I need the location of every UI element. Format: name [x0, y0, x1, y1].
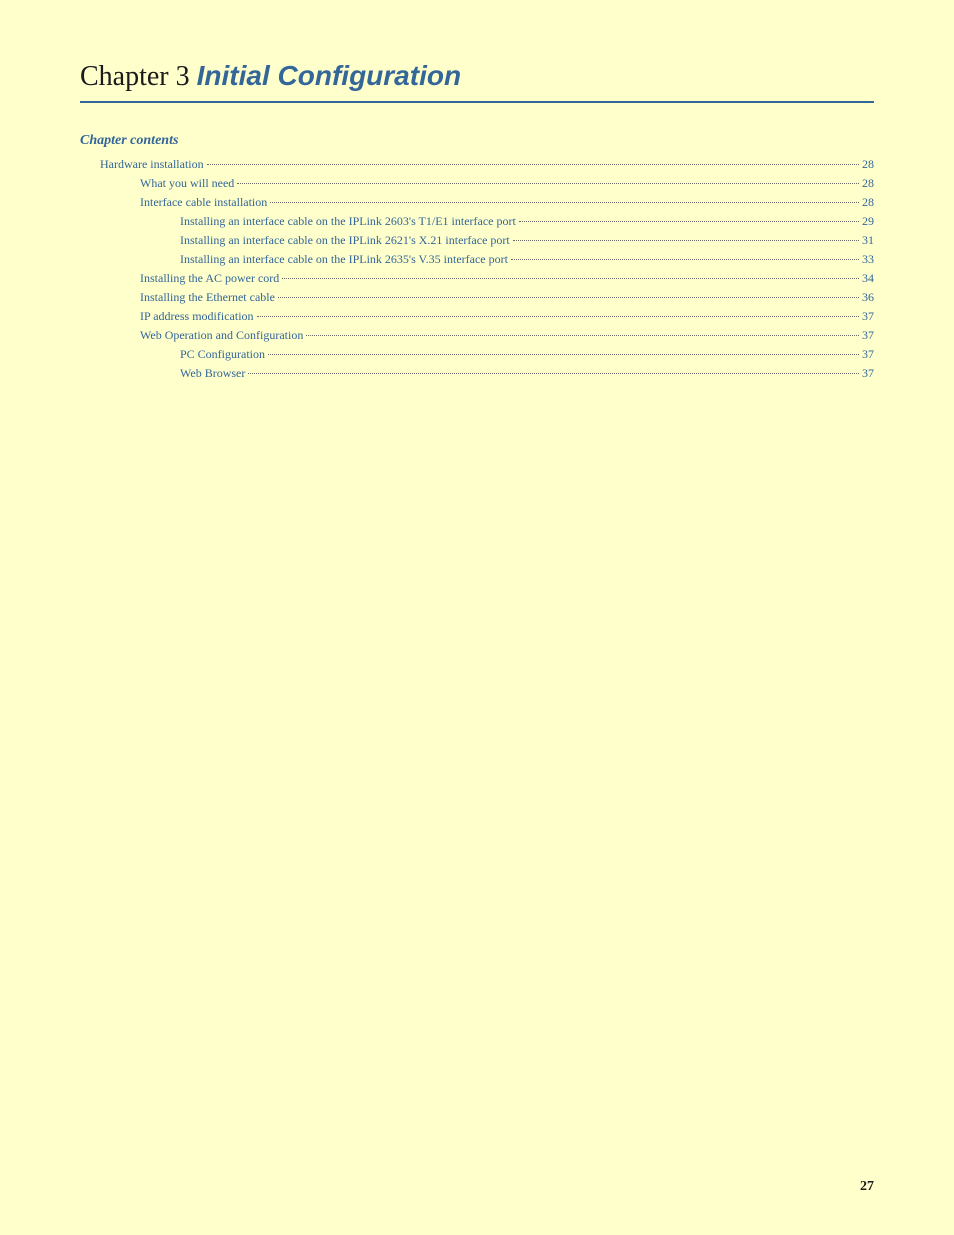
- toc-label: Installing an interface cable on the IPL…: [180, 214, 516, 229]
- page-number: 27: [860, 1179, 874, 1195]
- toc-label: Web Browser: [180, 366, 245, 381]
- toc-dots: [513, 240, 859, 241]
- toc-label: Installing the AC power cord: [140, 271, 279, 286]
- toc-page: 37: [862, 366, 874, 381]
- toc-dots: [207, 164, 859, 165]
- toc-dots: [237, 183, 859, 184]
- toc-label: Hardware installation: [100, 157, 204, 172]
- toc-page: 28: [862, 176, 874, 191]
- toc-label: IP address modification: [140, 309, 254, 324]
- toc-item-web-operation[interactable]: Web Operation and Configuration 37: [80, 328, 874, 343]
- toc-item-ip-address-modification[interactable]: IP address modification 37: [80, 309, 874, 324]
- toc-page: 31: [862, 233, 874, 248]
- toc-entries: Hardware installation28What you will nee…: [80, 157, 874, 381]
- toc-item-installing-ethernet[interactable]: Installing the Ethernet cable 36: [80, 290, 874, 305]
- toc-item-pc-configuration[interactable]: PC Configuration 37: [80, 347, 874, 362]
- chapter-heading: Chapter 3 Initial Configuration: [80, 60, 874, 103]
- toc-dots: [268, 354, 859, 355]
- toc-label: Web Operation and Configuration: [140, 328, 303, 343]
- toc-page: 33: [862, 252, 874, 267]
- toc-dots: [248, 373, 859, 374]
- toc-container: Chapter contents Hardware installation 28…: [80, 133, 874, 381]
- toc-item-interface-cable-installation[interactable]: Interface cable installation 28: [80, 195, 874, 210]
- toc-label: Installing the Ethernet cable: [140, 290, 275, 305]
- chapter-title-bold: Initial Configuration: [197, 60, 461, 91]
- toc-page: 28: [862, 195, 874, 210]
- chapter-title: Chapter 3 Initial Configuration: [80, 60, 874, 93]
- chapter-contents-heading: Chapter contents: [80, 133, 874, 149]
- page-container: Chapter 3 Initial Configuration Chapter …: [0, 0, 954, 1235]
- toc-dots: [306, 335, 859, 336]
- toc-item-what-you-will-need[interactable]: What you will need 28: [80, 176, 874, 191]
- toc-dots: [270, 202, 859, 203]
- toc-label: Interface cable installation: [140, 195, 267, 210]
- toc-dots: [511, 259, 859, 260]
- toc-dots: [519, 221, 859, 222]
- toc-page: 28: [862, 157, 874, 172]
- toc-dots: [278, 297, 859, 298]
- toc-item-installing-ac-power[interactable]: Installing the AC power cord 34: [80, 271, 874, 286]
- toc-page: 36: [862, 290, 874, 305]
- toc-label: PC Configuration: [180, 347, 265, 362]
- toc-item-web-browser[interactable]: Web Browser 37: [80, 366, 874, 381]
- toc-item-hardware-installation[interactable]: Hardware installation 28: [80, 157, 874, 172]
- toc-page: 37: [862, 328, 874, 343]
- toc-label: Installing an interface cable on the IPL…: [180, 233, 510, 248]
- toc-dots: [257, 316, 859, 317]
- toc-page: 37: [862, 347, 874, 362]
- toc-item-installing-v35[interactable]: Installing an interface cable on the IPL…: [80, 252, 874, 267]
- toc-item-installing-x21[interactable]: Installing an interface cable on the IPL…: [80, 233, 874, 248]
- toc-page: 34: [862, 271, 874, 286]
- toc-label: Installing an interface cable on the IPL…: [180, 252, 508, 267]
- toc-page: 37: [862, 309, 874, 324]
- toc-dots: [282, 278, 859, 279]
- toc-page: 29: [862, 214, 874, 229]
- toc-item-installing-t1e1[interactable]: Installing an interface cable on the IPL…: [80, 214, 874, 229]
- chapter-prefix: Chapter 3: [80, 61, 197, 92]
- toc-label: What you will need: [140, 176, 234, 191]
